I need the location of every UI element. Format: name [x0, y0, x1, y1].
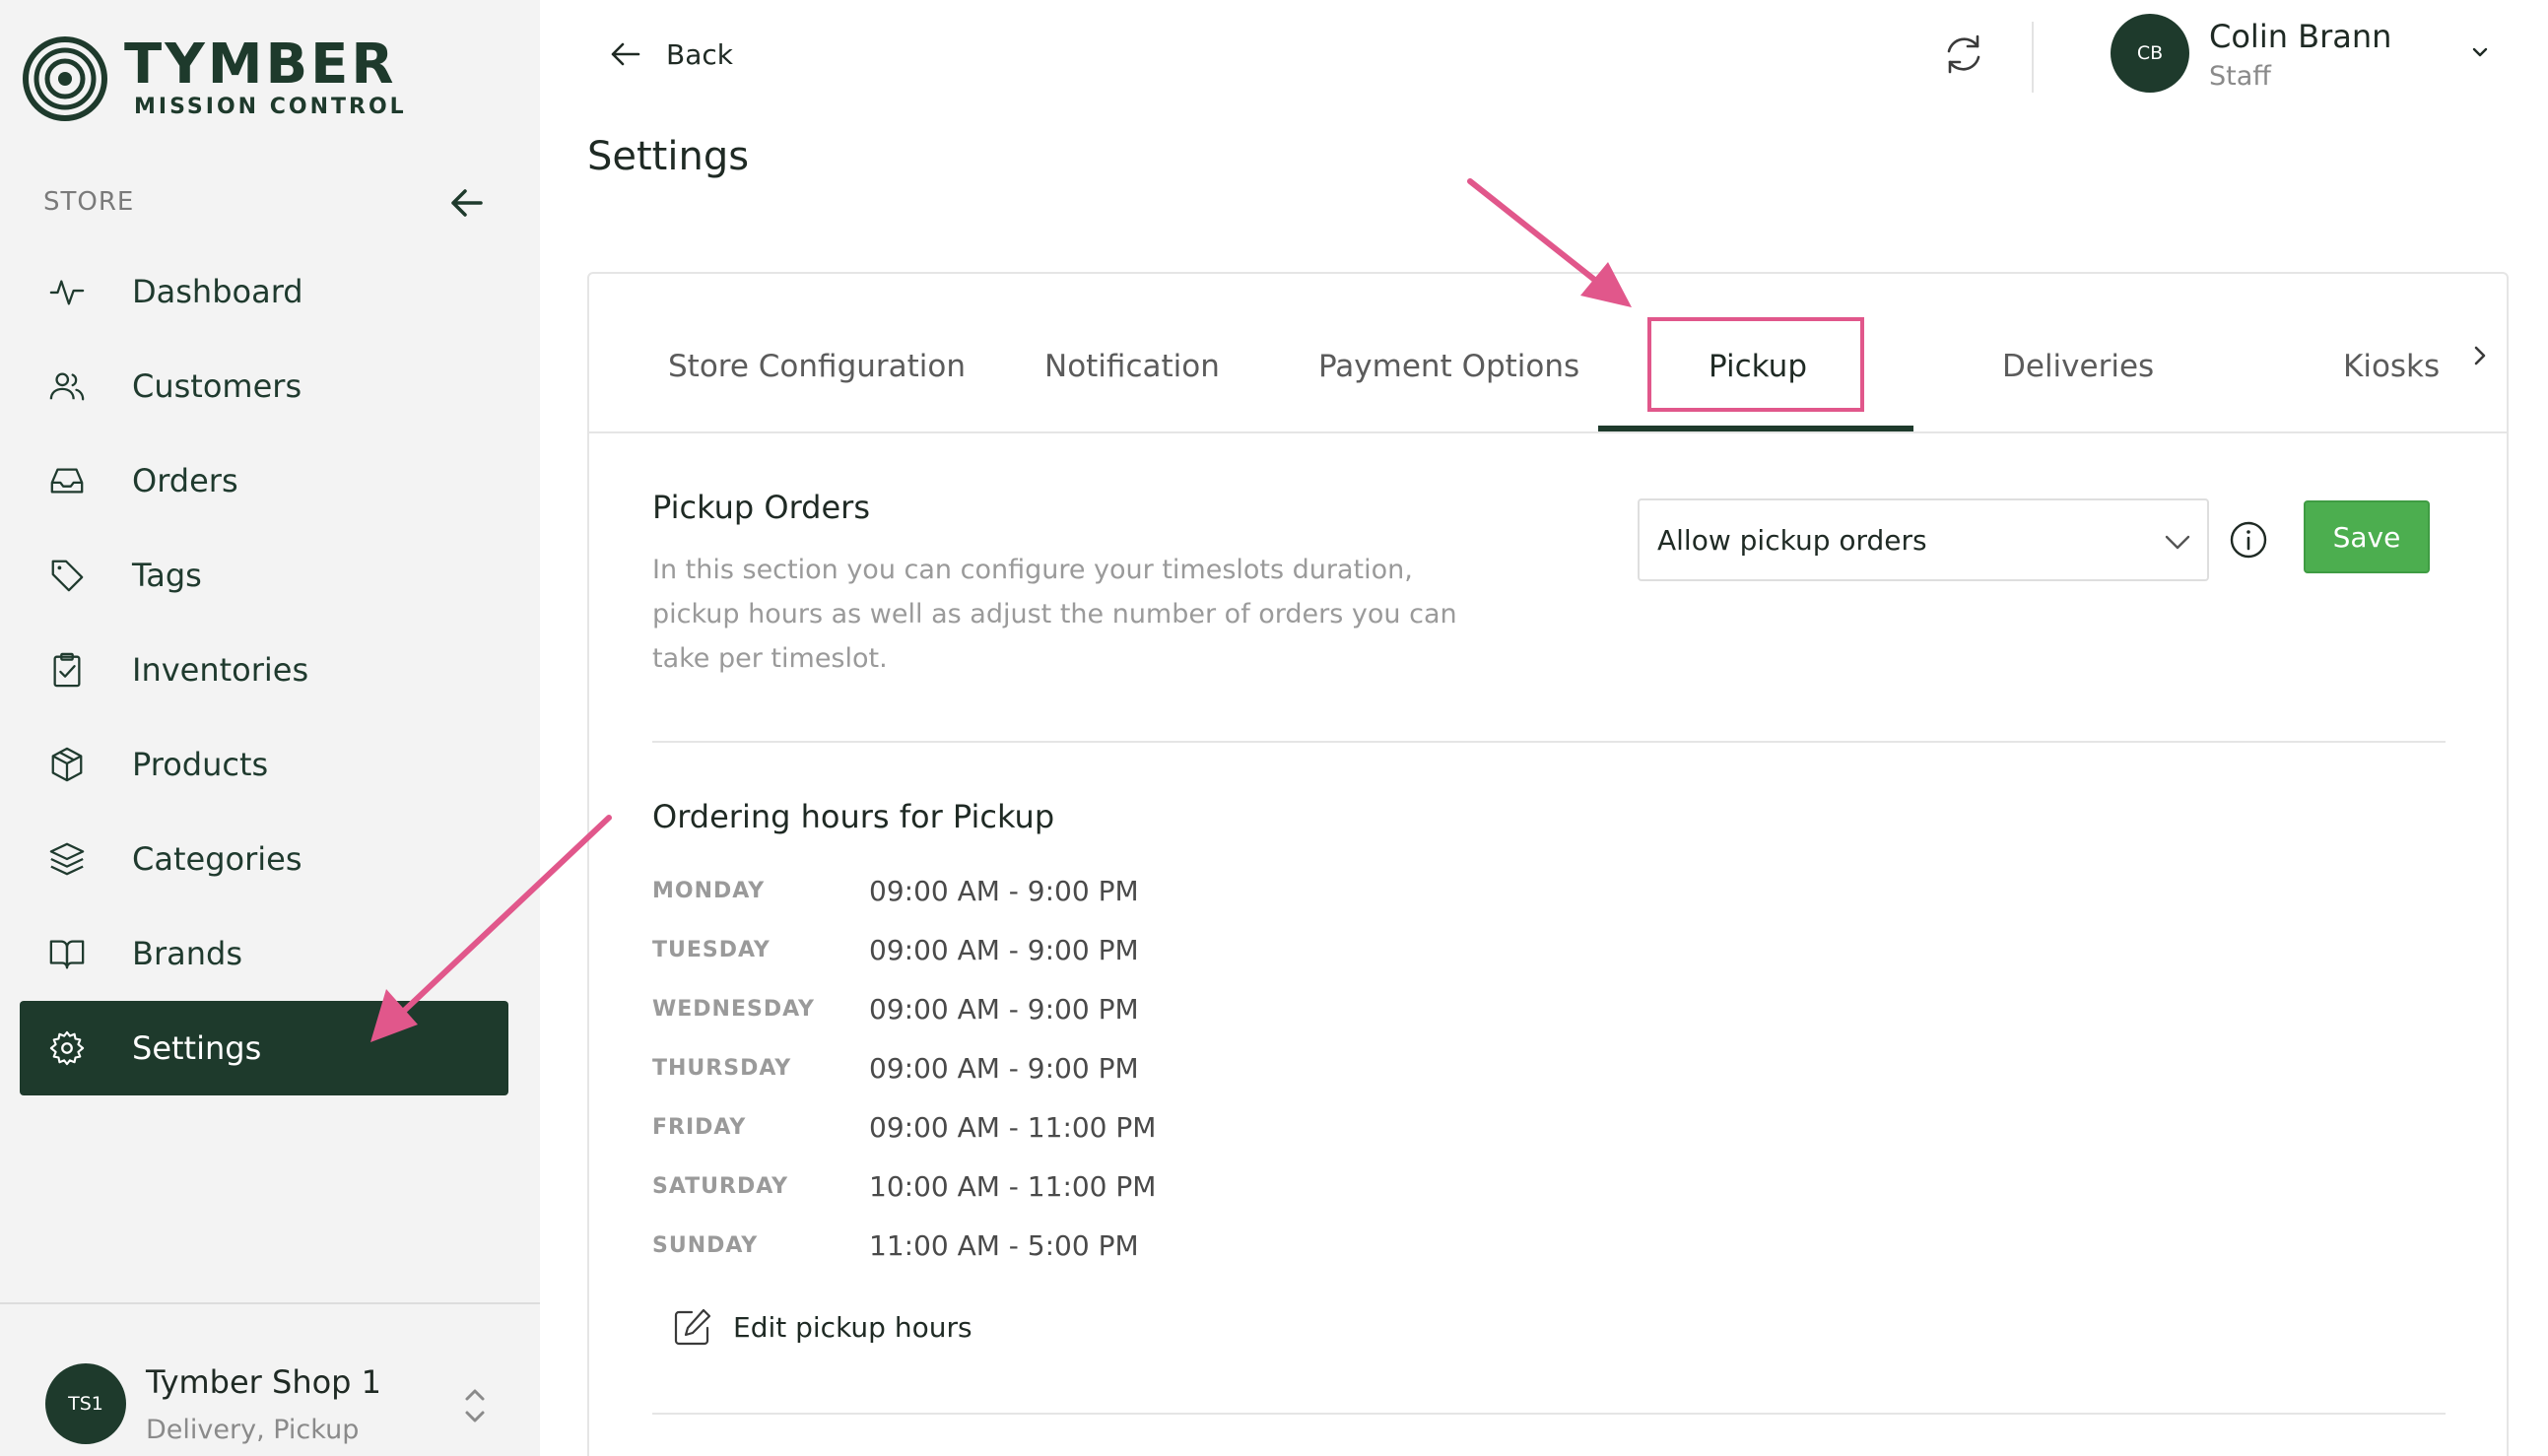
annotation-highlight-box: [1647, 317, 1864, 412]
brand-subtitle: MISSION CONTROL: [134, 95, 407, 119]
tab-notification[interactable]: Notification: [1044, 349, 1220, 384]
user-avatar: CB: [2111, 14, 2189, 93]
day-label: FRIDAY: [652, 1115, 747, 1140]
ordering-hours-title: Ordering hours for Pickup: [652, 798, 1055, 835]
user-name: Colin Brann: [2209, 18, 2392, 55]
sidebar-item-label: Dashboard: [132, 273, 303, 310]
arrow-left-icon: [611, 42, 640, 66]
inbox-icon: [47, 461, 87, 500]
section-divider: [652, 741, 2446, 743]
sidebar-nav: Dashboard Customers Orders Tags Inventor…: [20, 244, 508, 1095]
pickup-mode-select[interactable]: Allow pickup orders: [1638, 498, 2209, 581]
time-range: 09:00 AM - 9:00 PM: [869, 934, 1139, 966]
sidebar-item-label: Inventories: [132, 651, 309, 689]
tab-payment-options[interactable]: Payment Options: [1318, 349, 1579, 384]
clipboard-check-icon: [47, 650, 87, 690]
brand-title: TYMBER: [124, 33, 397, 97]
sidebar-item-label: Orders: [132, 462, 238, 499]
refresh-icon[interactable]: [1941, 32, 1986, 77]
sidebar-section-label: STORE: [43, 187, 135, 217]
pickup-orders-title: Pickup Orders: [652, 489, 870, 526]
collapse-sidebar-arrow-icon[interactable]: [447, 183, 487, 223]
sidebar-item-tags[interactable]: Tags: [20, 528, 508, 623]
save-button[interactable]: Save: [2304, 500, 2430, 573]
day-label: THURSDAY: [652, 1056, 792, 1081]
chevron-down-icon[interactable]: [2469, 41, 2491, 63]
time-range: 11:00 AM - 5:00 PM: [869, 1229, 1139, 1262]
hours-row: WEDNESDAY 09:00 AM - 9:00 PM: [652, 985, 1441, 1044]
sidebar: TYMBER MISSION CONTROL STORE Dashboard C…: [0, 0, 540, 1456]
tag-icon: [47, 556, 87, 595]
hours-row: FRIDAY 09:00 AM - 11:00 PM: [652, 1103, 1441, 1162]
chevron-down-icon: [2165, 535, 2190, 550]
time-range: 09:00 AM - 9:00 PM: [869, 1052, 1139, 1085]
pickup-mode-value: Allow pickup orders: [1657, 524, 1927, 557]
header-divider: [2032, 22, 2034, 93]
active-tab-indicator: [1598, 426, 1913, 431]
time-range: 09:00 AM - 9:00 PM: [869, 875, 1139, 907]
brand-logo[interactable]: TYMBER MISSION CONTROL: [22, 35, 407, 122]
pickup-orders-description: In this section you can configure your t…: [652, 555, 1457, 674]
sidebar-item-customers[interactable]: Customers: [20, 339, 508, 433]
time-range: 10:00 AM - 11:00 PM: [869, 1170, 1157, 1203]
shop-name: Tymber Shop 1: [146, 1363, 382, 1401]
package-icon: [47, 745, 87, 784]
sidebar-item-brands[interactable]: Brands: [20, 906, 508, 1001]
ordering-hours-list: MONDAY 09:00 AM - 9:00 PM TUESDAY 09:00 …: [652, 867, 1441, 1281]
sidebar-item-settings[interactable]: Settings: [20, 1001, 508, 1095]
hours-row: THURSDAY 09:00 AM - 9:00 PM: [652, 1044, 1441, 1103]
tymber-logo-icon: [23, 36, 107, 121]
day-label: TUESDAY: [652, 938, 771, 962]
sidebar-item-label: Settings: [132, 1029, 262, 1067]
activity-icon: [47, 272, 87, 311]
day-label: MONDAY: [652, 879, 766, 903]
edit-pickup-hours-label: Edit pickup hours: [733, 1310, 972, 1344]
settings-card: Store Configuration Notification Payment…: [587, 272, 2509, 1456]
info-icon[interactable]: [2229, 520, 2268, 560]
chevron-up-down-icon[interactable]: [461, 1381, 489, 1430]
time-range: 09:00 AM - 9:00 PM: [869, 993, 1139, 1026]
tab-deliveries[interactable]: Deliveries: [2002, 349, 2154, 384]
page-title: Settings: [587, 134, 750, 179]
shop-switcher[interactable]: TS1 Tymber Shop 1 Delivery, Pickup: [45, 1363, 499, 1448]
back-button[interactable]: Back: [607, 35, 733, 73]
app-window: TYMBER MISSION CONTROL STORE Dashboard C…: [0, 0, 2548, 1456]
back-label: Back: [666, 37, 733, 71]
settings-tabs: Store Configuration Notification Payment…: [589, 274, 2507, 433]
gear-icon: [47, 1028, 87, 1068]
book-open-icon: [47, 934, 87, 973]
day-label: SUNDAY: [652, 1233, 759, 1258]
sidebar-item-dashboard[interactable]: Dashboard: [20, 244, 508, 339]
layers-icon: [47, 839, 87, 879]
sidebar-divider: [0, 1302, 540, 1304]
sidebar-item-label: Categories: [132, 840, 302, 878]
sidebar-item-label: Products: [132, 746, 269, 783]
sidebar-section-header: STORE: [43, 183, 487, 223]
section-divider: [652, 1413, 2446, 1415]
day-label: SATURDAY: [652, 1174, 789, 1199]
sidebar-item-orders[interactable]: Orders: [20, 433, 508, 528]
edit-pickup-hours-button[interactable]: Edit pickup hours: [672, 1306, 972, 1348]
hours-row: TUESDAY 09:00 AM - 9:00 PM: [652, 926, 1441, 985]
sidebar-item-inventories[interactable]: Inventories: [20, 623, 508, 717]
tab-kiosks[interactable]: Kiosks: [2343, 349, 2440, 384]
user-role: Staff: [2209, 61, 2271, 92]
tab-store-configuration[interactable]: Store Configuration: [668, 349, 966, 384]
time-range: 09:00 AM - 11:00 PM: [869, 1111, 1157, 1144]
sidebar-item-label: Tags: [132, 557, 202, 594]
hours-row: SUNDAY 11:00 AM - 5:00 PM: [652, 1222, 1441, 1281]
sidebar-item-label: Brands: [132, 935, 242, 972]
users-icon: [47, 366, 87, 406]
sidebar-item-categories[interactable]: Categories: [20, 812, 508, 906]
hours-row: MONDAY 09:00 AM - 9:00 PM: [652, 867, 1441, 926]
chevron-right-icon[interactable]: [2465, 341, 2495, 370]
shop-avatar: TS1: [45, 1363, 126, 1444]
day-label: WEDNESDAY: [652, 997, 815, 1022]
hours-row: SATURDAY 10:00 AM - 11:00 PM: [652, 1162, 1441, 1222]
edit-icon: [674, 1308, 711, 1346]
sidebar-item-products[interactable]: Products: [20, 717, 508, 812]
shop-subtitle: Delivery, Pickup: [146, 1415, 360, 1445]
sidebar-item-label: Customers: [132, 367, 302, 405]
